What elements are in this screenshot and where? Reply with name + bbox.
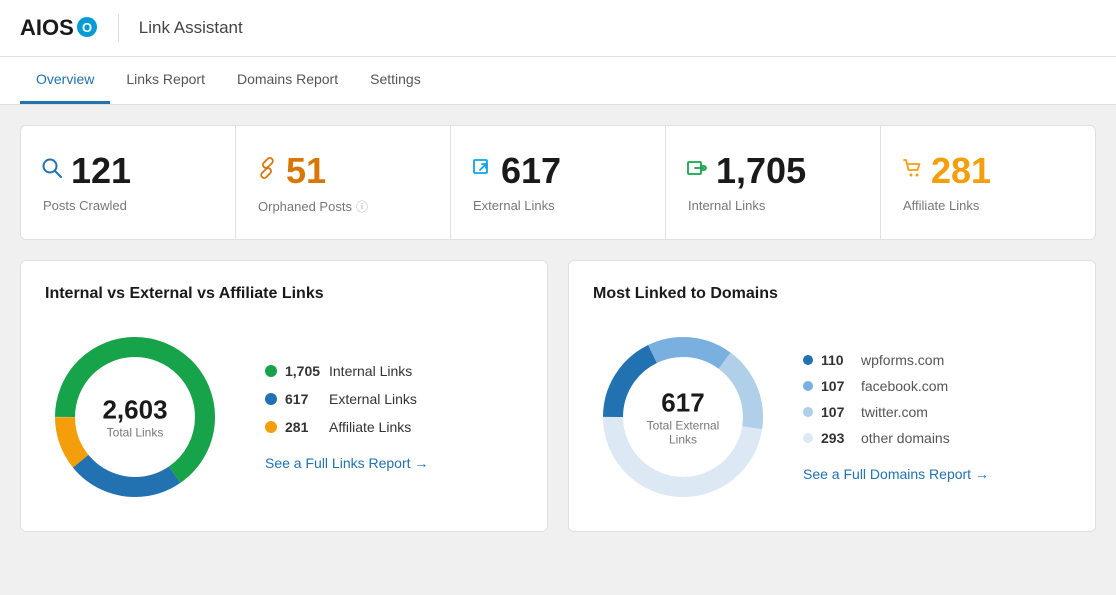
wpforms-label: wpforms.com <box>861 352 944 368</box>
links-chart-section: 2,603 Total Links 1,705 Internal Links <box>45 327 523 507</box>
domains-legend-section: 110 wpforms.com 107 facebook.com 107 twi… <box>803 352 989 482</box>
external-links-number: 617 <box>501 150 561 192</box>
app-header: AIOSO Link Assistant <box>0 0 1116 57</box>
links-total-label: Total Links <box>102 426 167 440</box>
twitter-dot <box>803 407 813 417</box>
orphaned-posts-label: Orphaned Posts ⓘ <box>256 198 368 215</box>
posts-crawled-label: Posts Crawled <box>41 198 127 213</box>
app-subtitle: Link Assistant <box>139 18 243 38</box>
link-broken-icon <box>256 157 278 185</box>
legend-affiliate: 281 Affiliate Links <box>265 419 428 435</box>
posts-crawled-number: 121 <box>71 150 131 192</box>
domains-donut-chart: 617 Total External Links <box>593 327 773 507</box>
nav-settings[interactable]: Settings <box>354 57 437 104</box>
orphaned-posts-number: 51 <box>286 150 326 192</box>
domains-chart-title: Most Linked to Domains <box>593 285 1071 303</box>
affiliate-dot <box>265 421 277 433</box>
stat-top-affiliate: 281 <box>901 150 991 192</box>
wpforms-count: 110 <box>821 352 853 368</box>
domains-legend: 110 wpforms.com 107 facebook.com 107 twi… <box>803 352 989 446</box>
external-dot <box>265 393 277 405</box>
facebook-label: facebook.com <box>861 378 948 394</box>
stats-bar: 121 Posts Crawled 51 Orphaned Posts ⓘ <box>20 125 1096 240</box>
twitter-label: twitter.com <box>861 404 928 420</box>
nav-overview[interactable]: Overview <box>20 57 110 104</box>
cart-icon <box>901 157 923 185</box>
nav-links-report[interactable]: Links Report <box>110 57 221 104</box>
external-links-label: External Links <box>471 198 555 213</box>
domain-legend-facebook: 107 facebook.com <box>803 378 989 394</box>
header-divider <box>118 14 119 42</box>
legend-external: 617 External Links <box>265 391 428 407</box>
domains-total-number: 617 <box>638 388 728 419</box>
stat-external-links: 617 External Links <box>451 126 666 239</box>
links-donut-center: 2,603 Total Links <box>102 395 167 440</box>
see-full-domains-link[interactable]: See a Full Domains Report → <box>803 466 989 482</box>
domains-donut-center: 617 Total External Links <box>638 388 728 447</box>
domain-legend-wpforms: 110 wpforms.com <box>803 352 989 368</box>
logo-gear-svg: O <box>76 16 98 38</box>
orphaned-help-icon[interactable]: ⓘ <box>356 198 368 215</box>
main-content: 121 Posts Crawled 51 Orphaned Posts ⓘ <box>0 105 1116 552</box>
domains-chart-card: Most Linked to Domains <box>568 260 1096 532</box>
links-chart-title: Internal vs External vs Affiliate Links <box>45 285 523 303</box>
internal-link-icon <box>686 157 708 185</box>
stat-posts-crawled: 121 Posts Crawled <box>21 126 236 239</box>
internal-links-number: 1,705 <box>716 150 806 192</box>
stat-internal-links: 1,705 Internal Links <box>666 126 881 239</box>
stat-top-external: 617 <box>471 150 561 192</box>
internal-links-label: Internal Links <box>686 198 765 213</box>
nav-domains-report[interactable]: Domains Report <box>221 57 354 104</box>
facebook-dot <box>803 381 813 391</box>
other-dot <box>803 433 813 443</box>
legend-internal: 1,705 Internal Links <box>265 363 428 379</box>
wpforms-dot <box>803 355 813 365</box>
domain-legend-other: 293 other domains <box>803 430 989 446</box>
affiliate-links-number: 281 <box>931 150 991 192</box>
stat-orphaned-posts: 51 Orphaned Posts ⓘ <box>236 126 451 239</box>
links-chart-card: Internal vs External vs Affiliate Links <box>20 260 548 532</box>
facebook-count: 107 <box>821 378 853 394</box>
links-legend: 1,705 Internal Links 617 External Links … <box>265 363 428 435</box>
domain-legend-twitter: 107 twitter.com <box>803 404 989 420</box>
cards-row: Internal vs External vs Affiliate Links <box>20 260 1096 532</box>
external-count: 617 <box>285 391 321 407</box>
stat-top-orphaned: 51 <box>256 150 326 192</box>
main-nav: Overview Links Report Domains Report Set… <box>0 57 1116 105</box>
links-total-number: 2,603 <box>102 395 167 426</box>
domains-total-label: Total External Links <box>638 419 728 447</box>
see-full-links-link[interactable]: See a Full Links Report → <box>265 455 428 471</box>
stat-affiliate-links: 281 Affiliate Links <box>881 126 1095 239</box>
domains-chart-section: 617 Total External Links 110 wpforms.com <box>593 327 1071 507</box>
internal-label: Internal Links <box>329 363 412 379</box>
internal-dot <box>265 365 277 377</box>
affiliate-label: Affiliate Links <box>329 419 411 435</box>
affiliate-count: 281 <box>285 419 321 435</box>
magnifier-icon <box>41 157 63 185</box>
stat-top-internal: 1,705 <box>686 150 806 192</box>
links-legend-section: 1,705 Internal Links 617 External Links … <box>265 363 428 471</box>
external-link-icon <box>471 157 493 185</box>
svg-text:O: O <box>82 20 92 35</box>
twitter-count: 107 <box>821 404 853 420</box>
external-label: External Links <box>329 391 417 407</box>
internal-count: 1,705 <box>285 363 321 379</box>
other-label: other domains <box>861 430 950 446</box>
affiliate-links-label: Affiliate Links <box>901 198 979 213</box>
links-donut-chart: 2,603 Total Links <box>45 327 225 507</box>
other-count: 293 <box>821 430 853 446</box>
stat-top-posts-crawled: 121 <box>41 150 131 192</box>
app-logo: AIOSO <box>20 15 98 41</box>
